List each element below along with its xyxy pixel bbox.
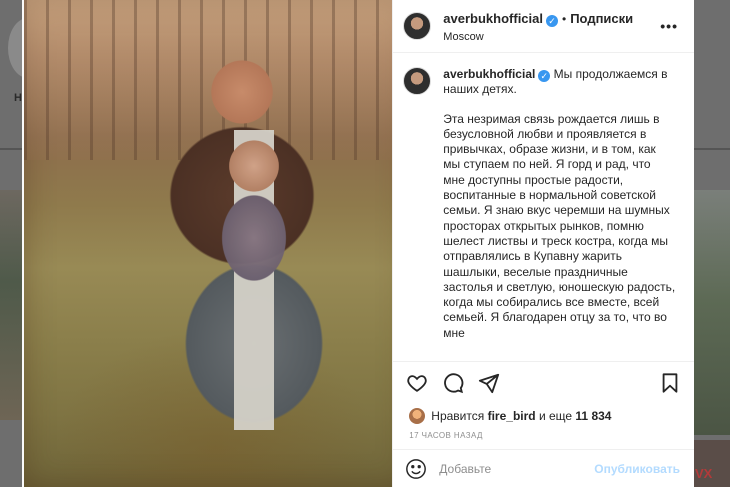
- bookmark-icon: [662, 372, 678, 393]
- comment-input[interactable]: [439, 461, 595, 476]
- background-thumbnail-left: [0, 190, 22, 420]
- background-corner-text: VX: [695, 466, 713, 481]
- background-thumbnail-right: [694, 190, 730, 435]
- following-button[interactable]: Подписки: [570, 11, 633, 26]
- caption-row: averbukhofficial ✓ Мы продолжаемся в наши…: [403, 67, 678, 341]
- liker-avatar[interactable]: [409, 408, 426, 424]
- post-timestamp[interactable]: 17 ЧАСОВ НАЗАД: [393, 425, 694, 449]
- like-button[interactable]: [405, 371, 429, 395]
- action-bar: [393, 361, 694, 403]
- author-info: averbukhofficial ✓ • Подписки Moscow: [443, 10, 633, 43]
- caption-area[interactable]: averbukhofficial ✓ Мы продолжаемся в наши…: [393, 53, 694, 361]
- comment-button[interactable]: [441, 371, 465, 395]
- author-username[interactable]: averbukhofficial: [443, 11, 543, 26]
- post-media[interactable]: ч· 2: [22, 0, 393, 487]
- post-location[interactable]: Moscow: [443, 31, 633, 43]
- share-button[interactable]: [477, 371, 501, 395]
- photo-child: [204, 130, 304, 430]
- caption-body: Эта незримая связь рождается лишь в безу…: [443, 111, 676, 340]
- post-header: averbukhofficial ✓ • Подписки Moscow •••: [393, 0, 694, 53]
- likes-middle: и еще: [538, 409, 573, 423]
- caption-text: averbukhofficial ✓ Мы продолжаемся в наши…: [443, 67, 675, 341]
- verified-badge-icon: ✓: [538, 70, 551, 82]
- paper-plane-icon: [479, 373, 500, 393]
- author-avatar[interactable]: [403, 12, 432, 40]
- caption-avatar[interactable]: [403, 67, 432, 95]
- likes-prefix: Нравится: [431, 409, 485, 423]
- caption-username[interactable]: averbukhofficial: [443, 67, 535, 81]
- likes-summary: Нравится fire_bird и еще 11 834: [393, 403, 694, 425]
- likes-count[interactable]: 11 834: [575, 409, 611, 423]
- background-letter: Н: [14, 92, 22, 104]
- post-modal: ч· 2 averbukhofficial✓•Подписки Moscow •…: [22, 0, 694, 487]
- save-button[interactable]: [658, 371, 682, 395]
- post-sidebar: averbukhofficial ✓ • Подписки Moscow ••• av…: [392, 0, 694, 487]
- comment-icon: [444, 372, 464, 393]
- heart-icon: [407, 374, 427, 392]
- smiley-icon[interactable]: [405, 458, 427, 480]
- comment-box: Опубликовать: [393, 449, 694, 487]
- publish-button[interactable]: Опубликовать: [594, 462, 680, 476]
- verified-badge-icon: ✓: [546, 14, 558, 27]
- post-photo: [24, 0, 393, 487]
- separator-dot: •: [562, 11, 567, 26]
- liker-username[interactable]: fire_bird: [488, 409, 536, 423]
- more-options-icon[interactable]: •••: [660, 18, 678, 34]
